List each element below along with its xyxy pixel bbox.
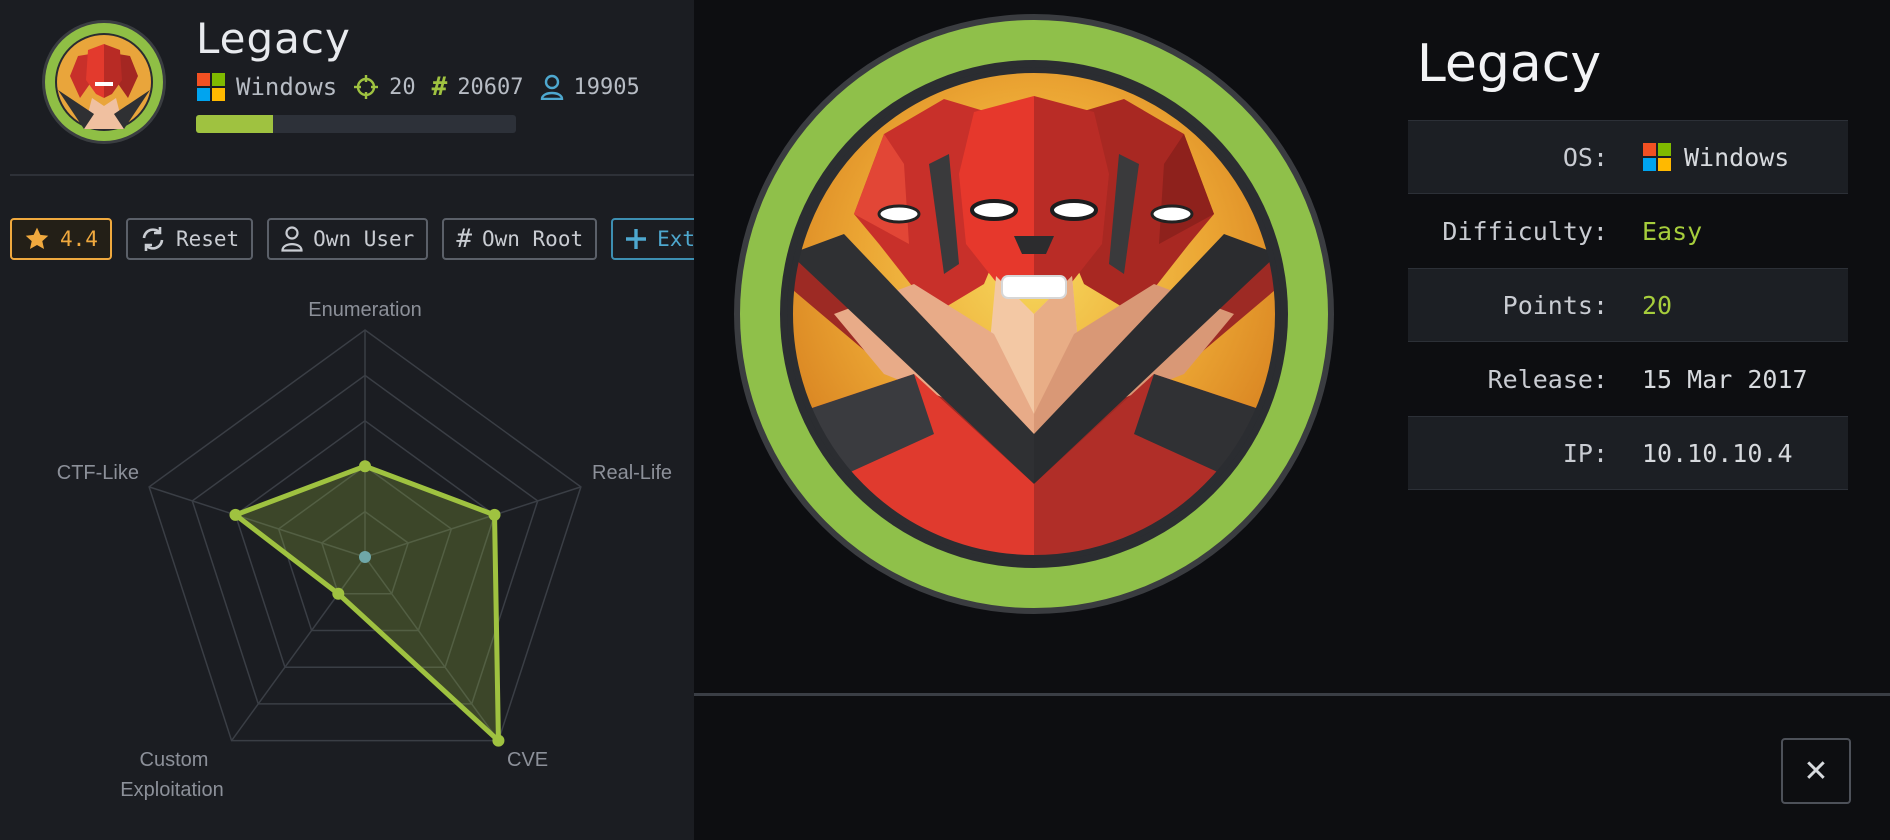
machine-card: Legacy Windows 20 # 20607 19905 4.4 Rese…	[0, 0, 694, 840]
action-buttons: 4.4 Reset Own User # Own Root Exten	[10, 218, 694, 260]
radar-center-dot	[359, 551, 371, 563]
machine-avatar	[42, 20, 166, 144]
radar-data-point	[359, 460, 371, 473]
points-field-label: Points:	[1502, 290, 1608, 320]
close-button[interactable]: ✕	[1781, 738, 1851, 804]
radar-series-area	[232, 463, 501, 744]
info-row-difficulty: Difficulty: Easy	[1408, 194, 1848, 268]
system-owns-value: 20607	[457, 74, 524, 100]
release-field-label: Release:	[1487, 364, 1608, 394]
radar-data-point	[229, 508, 242, 521]
machine-info-modal: Legacy OS: Windows Difficulty: Easy Poin…	[694, 0, 1890, 840]
rating-value: 4.4	[60, 227, 98, 251]
release-field-value: 15 Mar 2017	[1642, 364, 1808, 394]
refresh-icon	[142, 227, 164, 251]
os-label: Windows	[236, 73, 338, 101]
radar-axis-label: CTF-Like	[57, 462, 139, 484]
own-user-label: Own User	[313, 227, 415, 251]
radar-data-point	[488, 508, 501, 521]
extend-label: Exten	[657, 227, 694, 251]
progress-fill	[196, 115, 273, 133]
windows-icon	[196, 72, 226, 102]
radar-axis-label: Real-Life	[592, 462, 672, 484]
radar-axis-label: CVE	[507, 749, 548, 771]
own-root-label: Own Root	[481, 227, 584, 251]
radar-data-point	[332, 587, 345, 600]
info-row-points: Points: 20	[1408, 268, 1848, 342]
radar-data-point	[492, 734, 505, 747]
difficulty-field-value: Easy	[1642, 216, 1703, 246]
os-field-label: OS:	[1562, 142, 1608, 172]
own-user-button[interactable]: Own User	[267, 218, 429, 260]
radar-axis-label: Custom Exploitation	[120, 749, 223, 801]
ip-field-value: 10.10.10.4	[1642, 438, 1793, 468]
os-field-text: Windows	[1684, 142, 1790, 172]
info-row-release: Release: 15 Mar 2017	[1408, 342, 1848, 416]
difficulty-field-label: Difficulty:	[1442, 216, 1608, 246]
reset-button[interactable]: Reset	[125, 218, 254, 260]
radar-axis-label: Enumeration	[308, 299, 421, 321]
reset-label: Reset	[175, 227, 240, 251]
points-value: 20	[389, 74, 416, 100]
modal-title: Legacy	[1416, 34, 1602, 94]
os-field-value: Windows	[1642, 142, 1789, 172]
star-icon	[25, 227, 49, 249]
own-root-button[interactable]: # Own Root	[442, 218, 598, 260]
difficulty-radar-chart: Enumeration Real-Life CVE Custom Exploitatio…	[57, 299, 672, 801]
points-field-value: 20	[1642, 290, 1673, 320]
divider	[10, 174, 694, 176]
hash-icon: #	[456, 224, 472, 254]
rating-button[interactable]: 4.4	[10, 218, 112, 260]
machine-meta: Windows 20 # 20607 19905	[196, 70, 640, 104]
close-icon: ✕	[1803, 753, 1829, 789]
info-row-ip: IP: 10.10.10.4	[1408, 416, 1848, 490]
progress-bar	[196, 115, 516, 133]
user-icon	[540, 74, 564, 100]
info-row-os: OS: Windows	[1408, 120, 1848, 194]
machine-title: Legacy	[196, 14, 351, 63]
ip-field-label: IP:	[1562, 438, 1608, 468]
extend-button[interactable]: Exten	[611, 218, 694, 260]
modal-divider	[694, 693, 1890, 696]
hash-icon: #	[431, 72, 448, 102]
crosshair-icon	[353, 74, 379, 100]
plus-icon	[626, 229, 647, 249]
windows-icon	[1643, 143, 1671, 171]
machine-avatar-large	[734, 14, 1334, 614]
machine-info-table: OS: Windows Difficulty: Easy Points: 20 …	[1408, 120, 1848, 490]
user-outline-icon	[281, 226, 303, 252]
user-owns-value: 19905	[573, 74, 640, 100]
